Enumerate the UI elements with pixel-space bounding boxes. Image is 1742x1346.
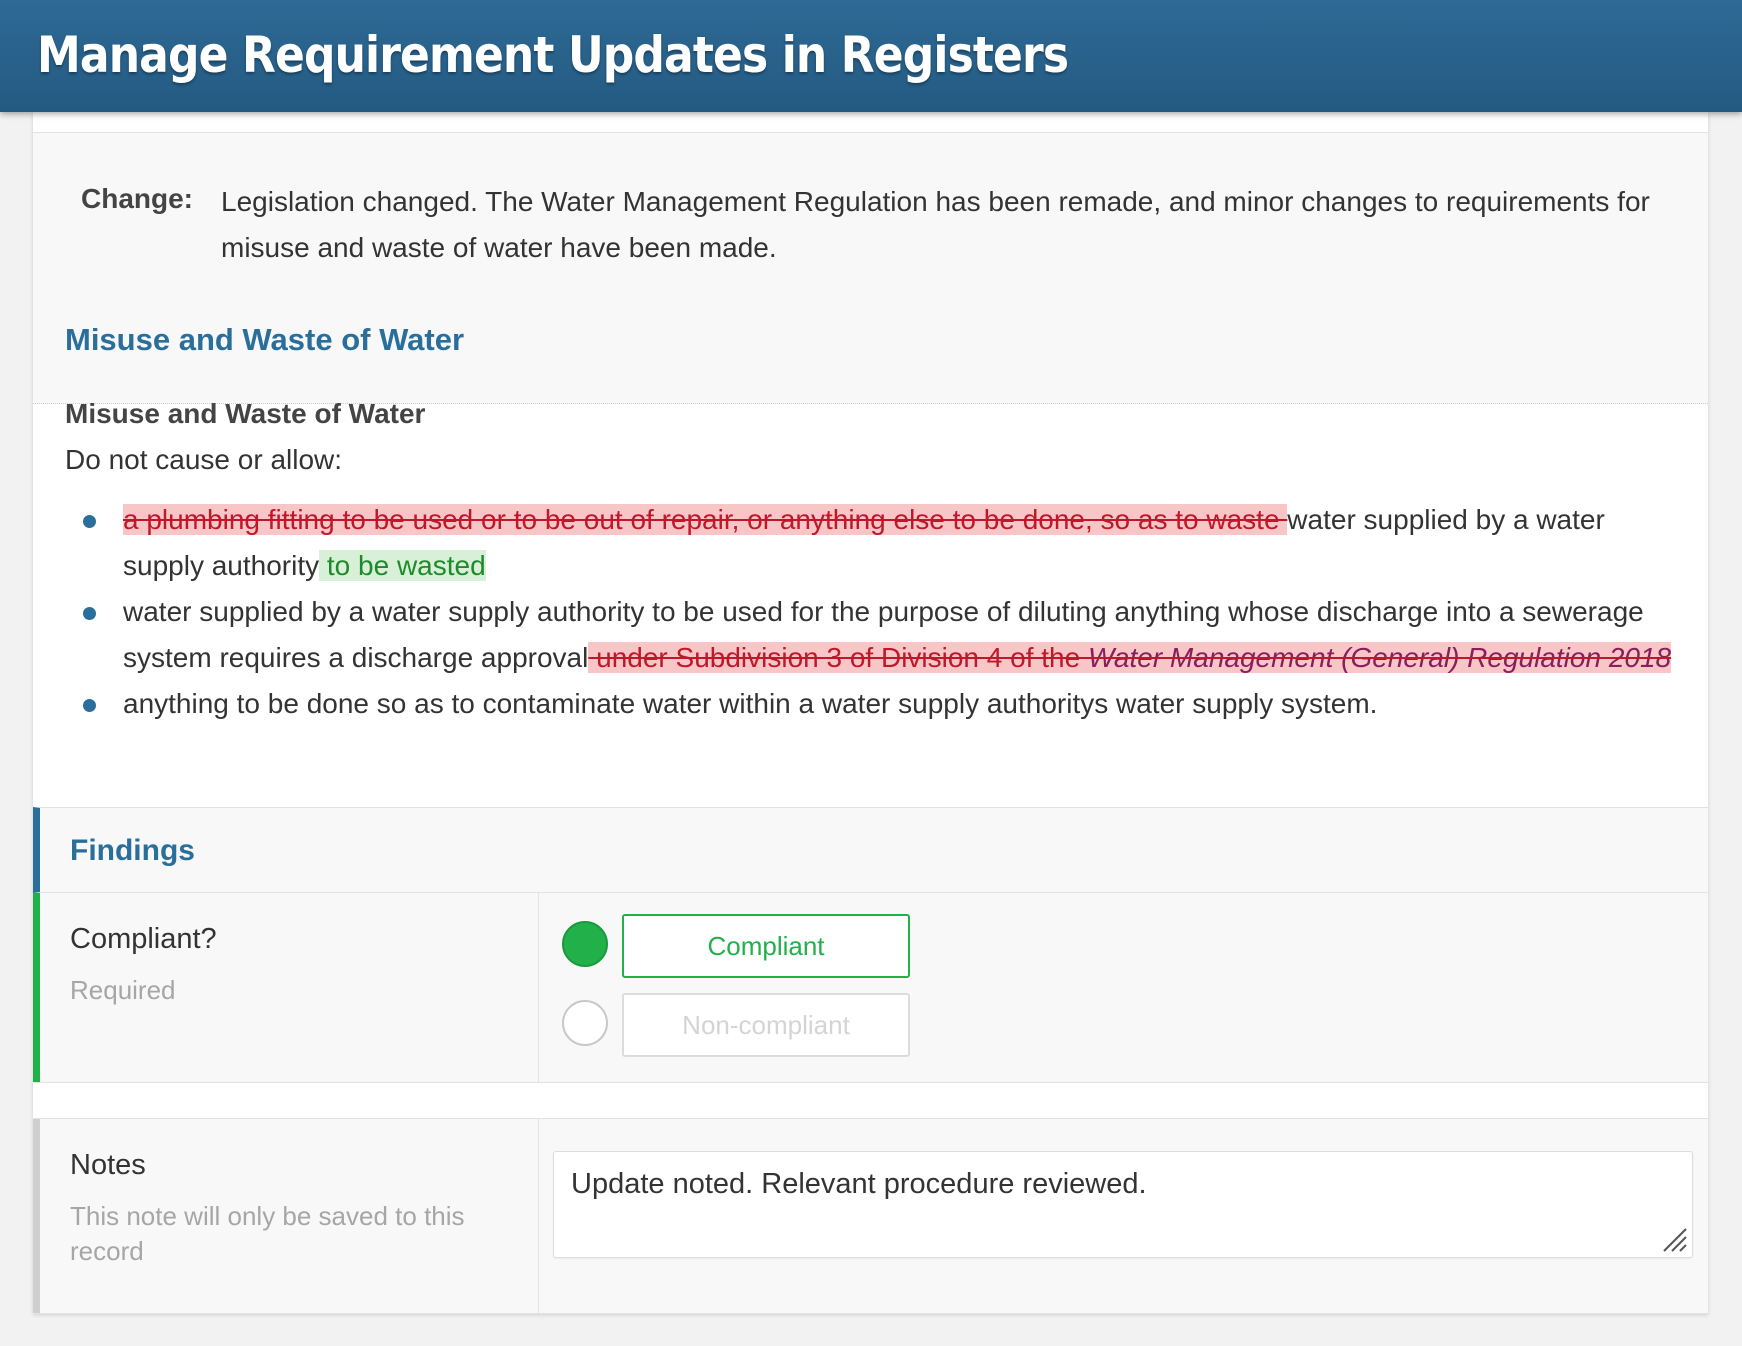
notes-hint: This note will only be saved to this rec… [70,1201,465,1266]
required-hint: Required [70,975,176,1005]
requirement-update-card: Change: Legislation changed. The Water M… [33,112,1708,1314]
change-summary: Change: Legislation changed. The Water M… [33,132,1708,404]
change-description: Legislation changed. The Water Managemen… [221,186,1650,263]
deleted-text: a plumbing fitting to be used or to be o… [123,504,1288,535]
compliant-row: Compliant? Required Compliant Non-compli… [33,893,1708,1083]
bullet-icon [83,607,96,620]
deleted-italic-text: Water Management (General) Regulation 20… [1087,642,1672,673]
inserted-text: to be wasted [319,550,486,581]
bullet-icon [83,515,96,528]
findings-title: Findings [70,834,195,867]
notes-label-cell: Notes This note will only be saved to th… [33,1119,539,1313]
list-item: anything to be done so as to contaminate… [65,681,1685,727]
item-text: anything to be done so as to contaminate… [123,688,1378,719]
bullet-icon [83,699,96,712]
list-item: a plumbing fitting to be used or to be o… [65,497,1685,589]
requirement-subtitle: Misuse and Waste of Water [65,398,426,429]
requirement-list: a plumbing fitting to be used or to be o… [65,497,1685,727]
notes-value[interactable]: Update noted. Relevant procedure reviewe… [571,1168,1147,1201]
requirement-title: Misuse and Waste of Water [65,322,465,357]
change-label: Change: [81,183,193,214]
resize-handle-icon[interactable] [1660,1225,1688,1253]
page-header: Manage Requirement Updates in Registers [0,0,1742,112]
findings-header: Findings [33,807,1708,893]
page-title: Manage Requirement Updates in Registers [37,26,1069,84]
list-item: water supplied by a water supply authori… [65,589,1685,681]
compliant-label-cell: Compliant? Required [33,893,539,1082]
notes-row: Notes This note will only be saved to th… [33,1118,1708,1314]
compliant-radio[interactable] [562,921,608,967]
requirement-lead: Do not cause or allow: [65,444,343,475]
notes-label: Notes [70,1149,146,1181]
notes-textarea[interactable]: Update noted. Relevant procedure reviewe… [553,1151,1693,1258]
non-compliant-radio[interactable] [562,1000,608,1046]
compliant-button[interactable]: Compliant [622,914,910,978]
non-compliant-button[interactable]: Non-compliant [622,993,910,1057]
deleted-text: under Subdivision 3 of Division 4 of the… [588,642,1672,673]
compliant-label: Compliant? [70,923,217,955]
